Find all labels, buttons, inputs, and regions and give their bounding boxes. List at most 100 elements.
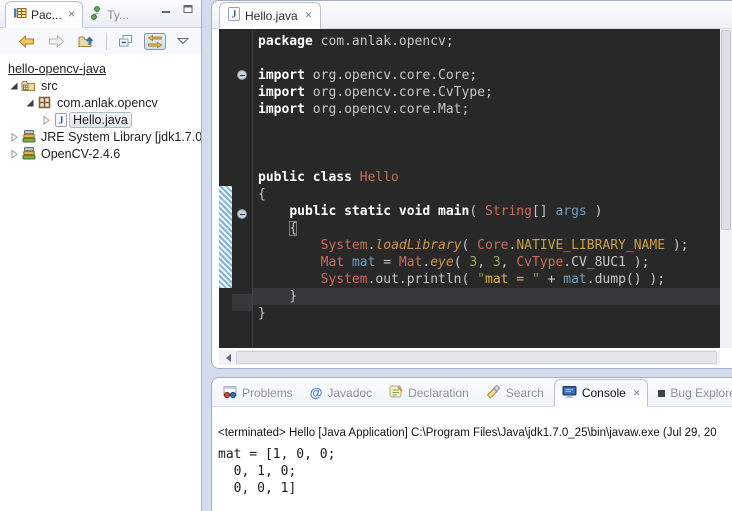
ruler-row	[219, 152, 232, 169]
package-icon	[36, 96, 53, 109]
ruler-row	[219, 305, 232, 322]
expand-arrow-icon[interactable]	[8, 149, 20, 159]
code-token	[344, 255, 352, 270]
collapse-arrow-icon[interactable]	[8, 81, 20, 91]
code-line[interactable]	[253, 135, 720, 152]
code-line[interactable]: package com.anlak.opencv;	[253, 33, 720, 50]
tree-item-src[interactable]: src	[0, 77, 201, 94]
tree-item-label: com.anlak.opencv	[53, 95, 162, 111]
package-explorer-icon	[13, 6, 27, 23]
code-line[interactable]: import org.opencv.core.CvType;	[253, 84, 720, 101]
gutter-row	[232, 172, 252, 189]
back-button[interactable]	[16, 34, 37, 49]
code-line[interactable]	[253, 152, 720, 169]
tab-label: Declaration	[408, 386, 469, 400]
code-line[interactable]	[253, 50, 720, 67]
close-icon[interactable]: ✕	[66, 9, 76, 20]
code-text-area[interactable]: package com.anlak.opencv; import org.open…	[253, 29, 720, 348]
close-icon[interactable]: ✕	[631, 388, 641, 399]
forward-button[interactable]	[46, 34, 67, 49]
code-token: org.opencv.core.Core;	[305, 68, 477, 83]
tab-hello-java[interactable]: J Hello.java ✕	[219, 2, 321, 29]
code-token: +	[540, 272, 563, 287]
code-token: )	[587, 204, 603, 219]
code-editor[interactable]: package com.anlak.opencv; import org.open…	[219, 29, 720, 348]
tree-item-hello-opencv-java[interactable]: hello-opencv-java	[0, 60, 201, 77]
console-output[interactable]: mat = [1, 0, 0; 0, 1, 0; 0, 0, 1]	[212, 442, 732, 497]
code-token: (	[454, 255, 470, 270]
code-line[interactable]: }	[253, 288, 720, 305]
ruler-row	[219, 135, 232, 152]
tab-label: Search	[506, 386, 544, 400]
code-token: System	[321, 272, 368, 287]
go-up-button[interactable]	[76, 33, 97, 49]
code-line[interactable]: }	[253, 305, 720, 322]
code-line[interactable]: System.out.println( "mat = " + mat.dump(…	[253, 271, 720, 288]
horizontal-scrollbar-thumb[interactable]	[236, 351, 717, 364]
gutter-row	[232, 226, 252, 243]
view-menu-button[interactable]	[175, 36, 191, 46]
code-token	[258, 204, 289, 219]
expand-arrow-icon[interactable]	[8, 132, 20, 142]
code-token: com.anlak.opencv;	[313, 34, 454, 49]
code-token: eye	[430, 255, 453, 270]
console-text-line: 0, 0, 1]	[218, 480, 732, 497]
fold-collapse-icon[interactable]	[237, 209, 247, 219]
code-token: (	[469, 204, 485, 219]
scroll-left-arrow-icon[interactable]	[222, 354, 231, 362]
library-icon	[20, 147, 37, 160]
vertical-scrollbar[interactable]	[720, 29, 732, 348]
code-line[interactable]: public class Hello	[253, 169, 720, 186]
tab-javadoc[interactable]: @Javadoc	[303, 380, 379, 406]
tab-console[interactable]: Console ✕	[554, 379, 649, 407]
code-line[interactable]: System.loadLibrary( Core.NATIVE_LIBRARY_…	[253, 237, 720, 254]
code-token: Hello	[352, 170, 399, 185]
code-line[interactable]: public static void main( String[] args )	[253, 203, 720, 220]
code-token: CvType	[516, 255, 563, 270]
code-line[interactable]	[253, 118, 720, 135]
gutter-row	[232, 33, 252, 50]
expand-arrow-icon[interactable]	[40, 115, 52, 125]
tab-bug-explorer[interactable]: Bug Explorer	[651, 380, 732, 406]
tab-type-hierarchy[interactable]: Ty...	[83, 2, 136, 27]
link-with-editor-button[interactable]	[144, 33, 166, 50]
code-token: public class	[258, 170, 352, 185]
code-token: public static void main	[289, 204, 469, 219]
gutter-row	[232, 294, 252, 311]
maximize-button[interactable]	[183, 4, 193, 14]
code-line[interactable]: import org.opencv.core.Mat;	[253, 101, 720, 118]
vertical-scrollbar-thumb[interactable]	[721, 30, 731, 230]
range-indicator	[219, 203, 232, 220]
gutter-row	[232, 209, 252, 226]
tree-item-jre-system-library-jdk1-7-0[interactable]: JRE System Library [jdk1.7.0	[0, 128, 201, 145]
gutter-row	[232, 155, 252, 172]
java-file-icon: J	[52, 113, 69, 127]
code-token: System	[321, 238, 368, 253]
fold-collapse-icon[interactable]	[237, 70, 247, 80]
code-line[interactable]: {	[253, 186, 720, 203]
code-line[interactable]: Mat mat = Mat.eye( 3, 3, CvType.CV_8UC1 …	[253, 254, 720, 271]
tab-declaration[interactable]: Declaration	[382, 380, 476, 406]
tab-label: Console	[582, 386, 626, 400]
tab-label: Pac...	[31, 8, 62, 22]
tree-item-opencv-2-4-6[interactable]: OpenCV-2.4.6	[0, 145, 201, 162]
tab-problems[interactable]: Problems	[216, 380, 300, 406]
code-token	[258, 221, 289, 236]
range-indicator	[219, 186, 232, 203]
minimize-button[interactable]	[161, 4, 171, 14]
code-token: "	[532, 272, 540, 287]
code-line[interactable]: {	[253, 220, 720, 237]
code-token: args	[555, 204, 586, 219]
collapse-arrow-icon[interactable]	[24, 98, 36, 108]
tab-package-explorer[interactable]: Pac... ✕	[5, 1, 83, 28]
collapse-all-button[interactable]	[116, 33, 135, 49]
tab-search[interactable]: Search	[479, 380, 551, 406]
range-indicator	[219, 237, 232, 254]
svg-text:J: J	[58, 115, 63, 126]
code-line[interactable]: import org.opencv.core.Core;	[253, 67, 720, 84]
close-icon[interactable]: ✕	[303, 10, 313, 21]
tree-item-hello-java[interactable]: JHello.java	[0, 111, 201, 128]
horizontal-scrollbar[interactable]	[219, 350, 720, 365]
tree-item-com-anlak-opencv[interactable]: com.anlak.opencv	[0, 94, 201, 111]
eclipse-workbench: Pac... ✕ Ty... hello-opencv-javasrccom.a…	[0, 0, 732, 511]
